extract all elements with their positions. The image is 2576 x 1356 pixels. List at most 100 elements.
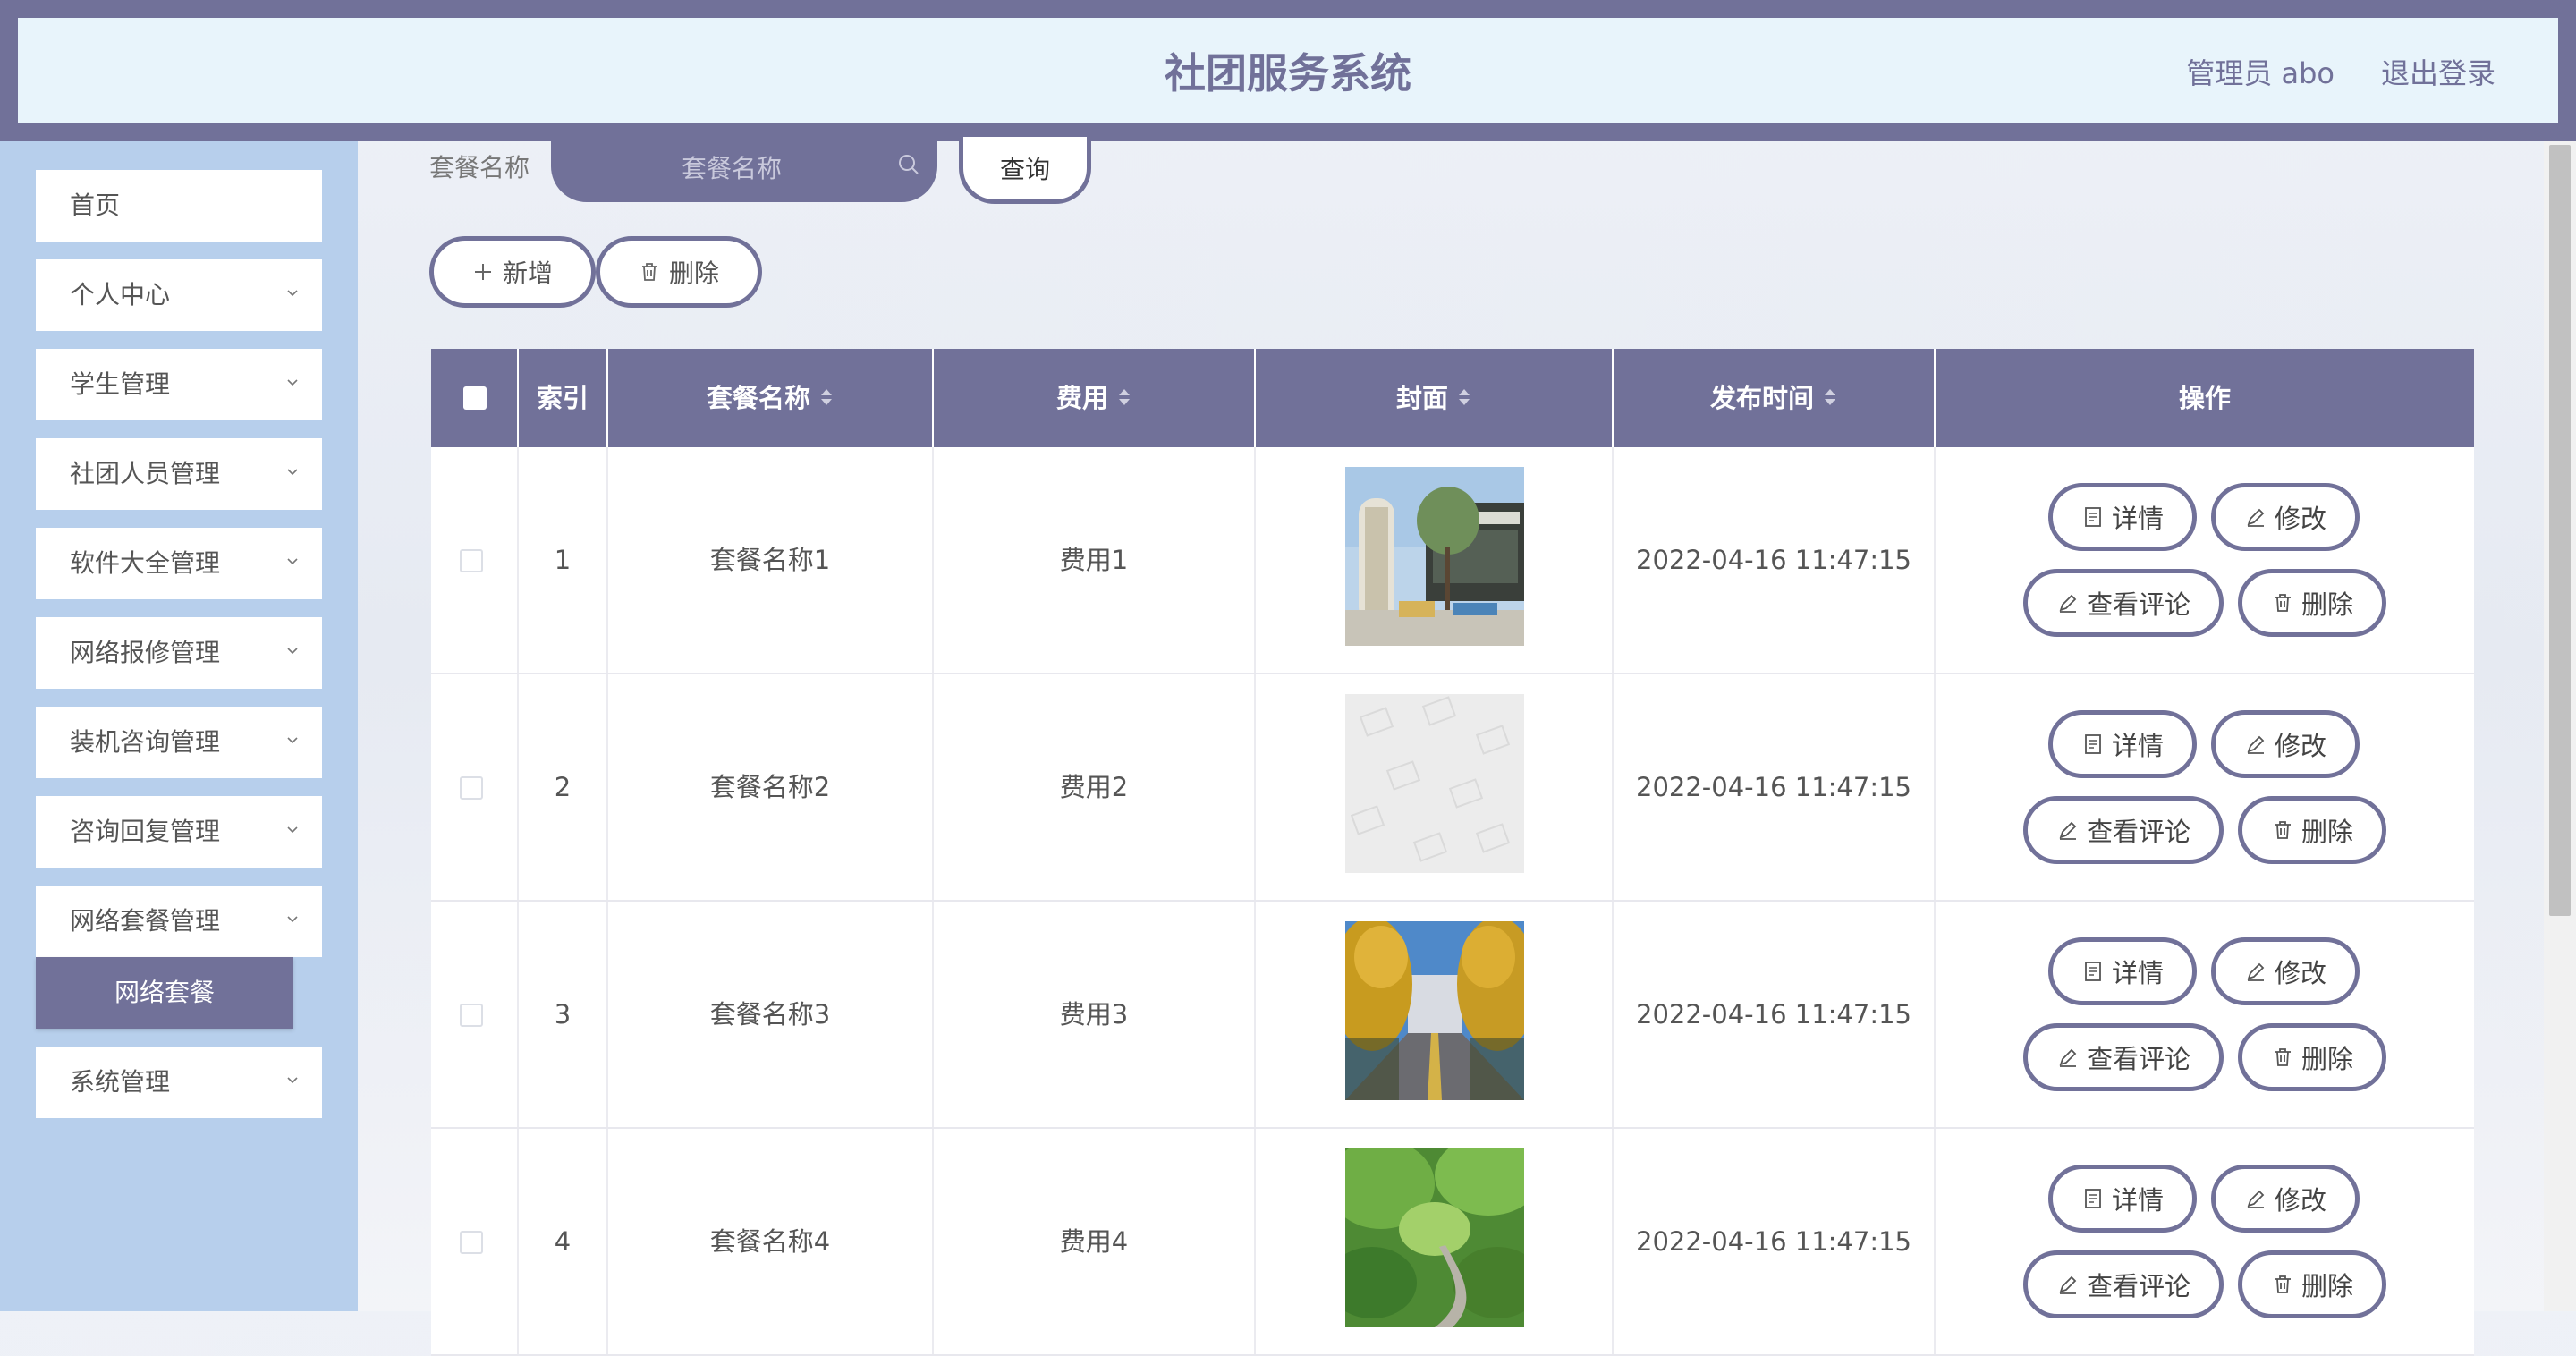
select-cell (431, 902, 519, 1127)
index-cell: 2 (519, 674, 608, 900)
scrollbar-thumb[interactable] (2549, 145, 2571, 916)
edit-button[interactable]: 修改 (2211, 1165, 2360, 1233)
edit-button[interactable]: 修改 (2211, 710, 2360, 778)
header-index: 索引 (519, 349, 608, 447)
header-actions: 操作 (2178, 383, 2231, 413)
view-comments-button[interactable]: 查看评论 (2023, 796, 2224, 864)
sidebar-item-students[interactable]: 学生管理 (36, 349, 322, 420)
sidebar-item-label: 网络报修管理 (70, 638, 221, 667)
sort-icon (1459, 389, 1470, 405)
edit-icon (2247, 962, 2265, 981)
user-name: 管理员 abo (2186, 56, 2334, 90)
add-button[interactable]: 新增 (429, 236, 596, 308)
sidebar-item-label: 系统管理 (70, 1067, 171, 1097)
sidebar-item-label: 社团人员管理 (70, 459, 221, 488)
select-cell (431, 674, 519, 900)
row-checkbox[interactable] (460, 549, 483, 572)
sidebar-item-label: 装机咨询管理 (70, 727, 221, 757)
trash-icon (2274, 594, 2291, 612)
sidebar-item-consult-replies[interactable]: 咨询回复管理 (36, 796, 322, 868)
view-comments-button[interactable]: 查看评论 (2023, 1023, 2224, 1091)
top-bar: 社团服务系统 管理员 abo 退出登录 (0, 0, 2576, 141)
table-row: 4 套餐名称4 费用4 2022-04-16 11:47:15 详情 修改 查看… (431, 1129, 2474, 1356)
add-button-label: 新增 (502, 258, 553, 288)
name-cell: 套餐名称3 (608, 902, 934, 1127)
header: 社团服务系统 管理员 abo 退出登录 (18, 18, 2558, 123)
sidebar-item-club-members[interactable]: 社团人员管理 (36, 438, 322, 510)
sidebar-item-network-packages[interactable]: 网络套餐管理 (36, 886, 322, 957)
cover-image-garden-path (1345, 1148, 1524, 1327)
view-comments-label: 查看评论 (2086, 589, 2190, 620)
edit-button[interactable]: 修改 (2211, 937, 2360, 1005)
logout-link[interactable]: 退出登录 (2381, 18, 2496, 129)
edit-icon (2059, 1275, 2077, 1294)
select-cell (431, 1129, 519, 1354)
document-icon (2085, 734, 2101, 754)
detail-button[interactable]: 详情 (2048, 483, 2197, 551)
row-delete-button[interactable]: 删除 (2238, 569, 2386, 637)
sidebar-item-software[interactable]: 软件大全管理 (36, 528, 322, 599)
sidebar-item-install-consult[interactable]: 装机咨询管理 (36, 707, 322, 778)
detail-label: 详情 (2111, 1185, 2164, 1216)
fee-cell: 费用1 (934, 447, 1256, 673)
row-checkbox[interactable] (460, 1004, 483, 1027)
publish-time-cell: 2022-04-16 11:47:15 (1614, 902, 1936, 1127)
table-row: 1 套餐名称1 费用1 2022-04-16 11:47:15 详情 修改 查看… (431, 447, 2474, 674)
view-comments-button[interactable]: 查看评论 (2023, 569, 2224, 637)
sidebar-item-label: 咨询回复管理 (70, 817, 221, 846)
row-delete-label: 删除 (2301, 817, 2353, 847)
search-field (551, 132, 937, 204)
batch-delete-button[interactable]: 删除 (596, 236, 762, 308)
cover-image-placeholder (1345, 694, 1524, 873)
sidebar-item-system[interactable]: 系统管理 (36, 1047, 322, 1118)
sidebar-item-repairs[interactable]: 网络报修管理 (36, 617, 322, 689)
main-content: 套餐名称 查询 新增 删除 索引 套餐名称 费用 封面 (358, 132, 2544, 1356)
sidebar-item-home[interactable]: 首页 (36, 170, 322, 242)
header-cover[interactable]: 封面 (1256, 349, 1614, 447)
chevron-down-icon (287, 916, 298, 923)
fee-cell: 费用2 (934, 674, 1256, 900)
detail-button[interactable]: 详情 (2048, 710, 2197, 778)
vertical-scrollbar[interactable] (2544, 141, 2576, 1311)
edit-icon (2247, 1190, 2265, 1208)
header-fee[interactable]: 费用 (934, 349, 1256, 447)
row-delete-label: 删除 (2301, 1271, 2353, 1301)
edit-label: 修改 (2274, 731, 2326, 761)
row-delete-button[interactable]: 删除 (2238, 1250, 2386, 1318)
view-comments-label: 查看评论 (2086, 1044, 2190, 1074)
query-button[interactable]: 查询 (959, 132, 1091, 204)
edit-button[interactable]: 修改 (2211, 483, 2360, 551)
header-select-all-cell (431, 349, 519, 447)
chevron-down-icon (287, 826, 298, 834)
sidebar-item-label: 个人中心 (70, 280, 171, 309)
chevron-down-icon (287, 648, 298, 655)
table-header: 索引 套餐名称 费用 封面 发布时间 操作 (431, 349, 2474, 447)
detail-button[interactable]: 详情 (2048, 1165, 2197, 1233)
trash-icon (641, 263, 657, 281)
actions-cell (1936, 674, 2474, 900)
sidebar-subitem-network-package[interactable]: 网络套餐 (36, 957, 293, 1029)
search-input[interactable] (551, 132, 912, 204)
select-all-checkbox[interactable] (463, 386, 487, 410)
edit-icon (2247, 735, 2265, 754)
header-fee-label: 费用 (1055, 383, 1108, 413)
header-name[interactable]: 套餐名称 (608, 349, 934, 447)
header-publish-time[interactable]: 发布时间 (1614, 349, 1936, 447)
row-checkbox[interactable] (460, 1231, 483, 1254)
name-cell: 套餐名称1 (608, 447, 934, 673)
view-comments-button[interactable]: 查看评论 (2023, 1250, 2224, 1318)
edit-label: 修改 (2274, 504, 2326, 534)
sidebar-item-personal-center[interactable]: 个人中心 (36, 259, 322, 331)
fee-cell: 费用3 (934, 902, 1256, 1127)
header-cover-label: 封面 (1395, 383, 1448, 413)
index-cell: 1 (519, 447, 608, 673)
row-delete-label: 删除 (2301, 589, 2353, 620)
detail-button[interactable]: 详情 (2048, 937, 2197, 1005)
row-delete-button[interactable]: 删除 (2238, 796, 2386, 864)
row-checkbox[interactable] (460, 776, 483, 800)
cover-image-ginkgo-avenue (1345, 921, 1524, 1100)
row-delete-button[interactable]: 删除 (2238, 1023, 2386, 1091)
view-comments-label: 查看评论 (2086, 817, 2190, 847)
chevron-down-icon (287, 379, 298, 386)
query-button-label: 查询 (999, 155, 1050, 184)
